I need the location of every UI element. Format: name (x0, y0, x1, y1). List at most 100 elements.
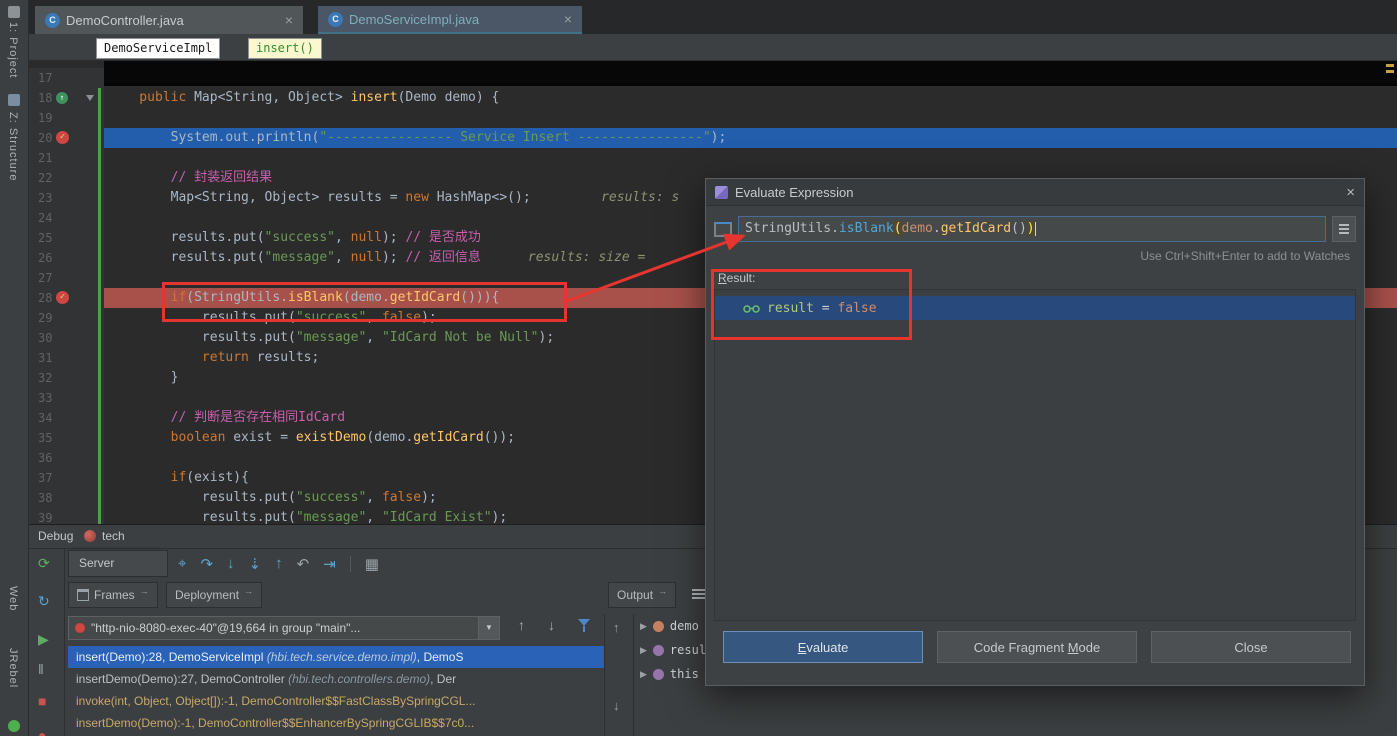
menu-icon[interactable] (692, 589, 706, 591)
tab-frames[interactable]: Frames → (68, 582, 158, 608)
tab-label: DemoController.java (66, 13, 184, 28)
run-to-cursor-icon[interactable]: ⇥ (323, 555, 336, 573)
dialog-titlebar[interactable]: Evaluate Expression × (706, 179, 1364, 206)
stop-icon[interactable]: ■ (38, 693, 46, 709)
line-number[interactable]: 22 (28, 168, 104, 188)
tab-democontroller[interactable]: C DemoController.java × (35, 6, 303, 34)
lines-icon (1339, 228, 1349, 230)
expression-input[interactable]: StringUtils.isBlank(demo.getIdCard()) (738, 216, 1326, 242)
filter-icon-stem (583, 626, 585, 632)
tab-server[interactable]: Server (68, 550, 168, 577)
scroll-up-icon[interactable]: ↑ (613, 620, 620, 635)
evaluate-expression-icon[interactable]: ▦ (365, 555, 379, 573)
line-number[interactable]: 31 (28, 348, 104, 368)
step-into-icon[interactable]: ↓ (227, 555, 235, 572)
line-number[interactable]: 37 (28, 468, 104, 488)
line-number[interactable]: 38 (28, 488, 104, 508)
close-icon[interactable]: × (285, 13, 293, 27)
pane-splitter[interactable]: ↑ ↓ (604, 614, 634, 736)
thread-selector[interactable]: "http-nio-8080-exec-40"@19,664 in group … (68, 616, 500, 640)
code-line: 21 (28, 148, 1397, 168)
breakpoint-icon[interactable]: ✓ (56, 291, 69, 304)
stack-frame[interactable]: insertDemo(Demo):-1, DemoController$$Enh… (68, 712, 604, 734)
line-number[interactable]: 32 (28, 368, 104, 388)
scroll-down-icon[interactable]: ↓ (613, 698, 620, 713)
rerun-icon[interactable]: ⟳ (38, 555, 50, 571)
variable-icon (653, 645, 664, 656)
line-number[interactable]: 23 (28, 188, 104, 208)
resume-icon[interactable]: ▶ (38, 631, 49, 647)
breadcrumb-bar (28, 34, 1397, 61)
stack-frame[interactable]: insertDemo(Demo):27, DemoController (hbi… (68, 668, 604, 690)
variable-icon (653, 669, 664, 680)
expression-token: ) (1027, 221, 1035, 236)
line-number[interactable]: 17 (28, 68, 104, 88)
spring-leaf-icon[interactable] (8, 720, 20, 732)
close-icon[interactable]: × (564, 12, 572, 26)
annotation-arrow (540, 210, 760, 320)
close-button[interactable]: Close (1151, 631, 1351, 663)
expand-editor-button[interactable] (1332, 216, 1356, 242)
tab-deployment[interactable]: Deployment → (166, 582, 262, 608)
line-number[interactable]: 33 (28, 388, 104, 408)
tab-output[interactable]: Output → (608, 582, 676, 608)
pause-icon[interactable]: ‖ (38, 661, 44, 677)
stack-frame[interactable]: insert(Demo):28, DemoServiceImpl (hbi.te… (68, 646, 604, 668)
line-number[interactable]: 39 (28, 508, 104, 524)
code-fragment-mode-button[interactable]: Code Fragment Mode (937, 631, 1137, 663)
breadcrumb-method[interactable]: insert() (248, 38, 322, 59)
stack-frame[interactable]: invoke(int, Object, Object[]):-1, DemoCo… (68, 690, 604, 712)
sidebar-item-jrebel[interactable]: JRebel (7, 648, 19, 688)
implement-method-icon[interactable]: ↑ (56, 92, 68, 104)
chevron-down-icon[interactable]: ▼ (478, 617, 499, 639)
line-number[interactable]: 36 (28, 448, 104, 468)
scrollbar-mark (1386, 70, 1394, 73)
line-number[interactable]: 21 (28, 148, 104, 168)
navigate-up-icon[interactable]: ↑ (518, 617, 525, 633)
sidebar-item-web[interactable]: Web (7, 586, 19, 611)
line-number[interactable]: 29 (28, 308, 104, 328)
evaluate-button[interactable]: Evaluate (723, 631, 923, 663)
step-over-icon[interactable]: ↷ (200, 555, 213, 573)
dialog-buttons: Evaluate Code Fragment Mode Close (706, 631, 1364, 671)
line-number[interactable]: 27 (28, 268, 104, 288)
debugger-control-toolbar: ⟳ ↻ ▶ ‖ ■ ● (28, 549, 65, 736)
tab-demoserviceimpl[interactable]: C DemoServiceImpl.java × (318, 6, 582, 34)
pane-arrow-icon: → (140, 579, 149, 603)
expression-row: StringUtils.isBlank(demo.getIdCard()) (714, 215, 1356, 243)
line-number[interactable]: 35 (28, 428, 104, 448)
code-text: public Map<String, Object> insert(Demo d… (104, 88, 1397, 108)
update-application-icon[interactable]: ↻ (38, 593, 50, 609)
step-out-icon[interactable]: ↑ (275, 555, 283, 572)
view-breakpoints-icon[interactable]: ● (38, 727, 46, 736)
force-step-into-icon[interactable]: ⇣ (249, 555, 262, 573)
drop-frame-icon[interactable]: ↶ (297, 555, 310, 573)
expand-icon[interactable]: ▶ (640, 621, 647, 632)
close-icon[interactable]: × (1346, 184, 1355, 201)
line-number[interactable]: 18↑ (28, 88, 104, 108)
structure-icon (8, 94, 20, 106)
line-number[interactable]: 30 (28, 328, 104, 348)
line-number[interactable]: 24 (28, 208, 104, 228)
expression-token: demo (902, 221, 933, 236)
line-number[interactable]: 28✓ (28, 288, 104, 308)
sidebar-item-structure[interactable]: Z: Structure (7, 112, 19, 181)
breadcrumb-class[interactable]: DemoServiceImpl (96, 38, 220, 59)
vcs-change-bar (98, 88, 101, 524)
pane-arrow-icon: → (244, 579, 253, 603)
line-number[interactable]: 34 (28, 408, 104, 428)
pane-arrow-icon: → (658, 579, 667, 603)
expand-icon[interactable]: ▶ (640, 669, 647, 680)
expand-icon[interactable]: ▶ (640, 645, 647, 656)
show-execution-point-icon[interactable]: ⌖ (178, 555, 186, 572)
sidebar-item-project[interactable]: 1: Project (7, 22, 19, 78)
navigate-down-icon[interactable]: ↓ (548, 617, 555, 633)
line-number[interactable]: 26 (28, 248, 104, 268)
tab-debug[interactable]: Debug (38, 529, 73, 543)
line-number[interactable]: 25 (28, 228, 104, 248)
expression-token: getIdCard (941, 221, 1011, 236)
breakpoint-icon[interactable]: ✓ (56, 131, 69, 144)
line-number[interactable]: 19 (28, 108, 104, 128)
line-number[interactable]: 20✓ (28, 128, 104, 148)
expression-token: isBlank (839, 221, 894, 236)
